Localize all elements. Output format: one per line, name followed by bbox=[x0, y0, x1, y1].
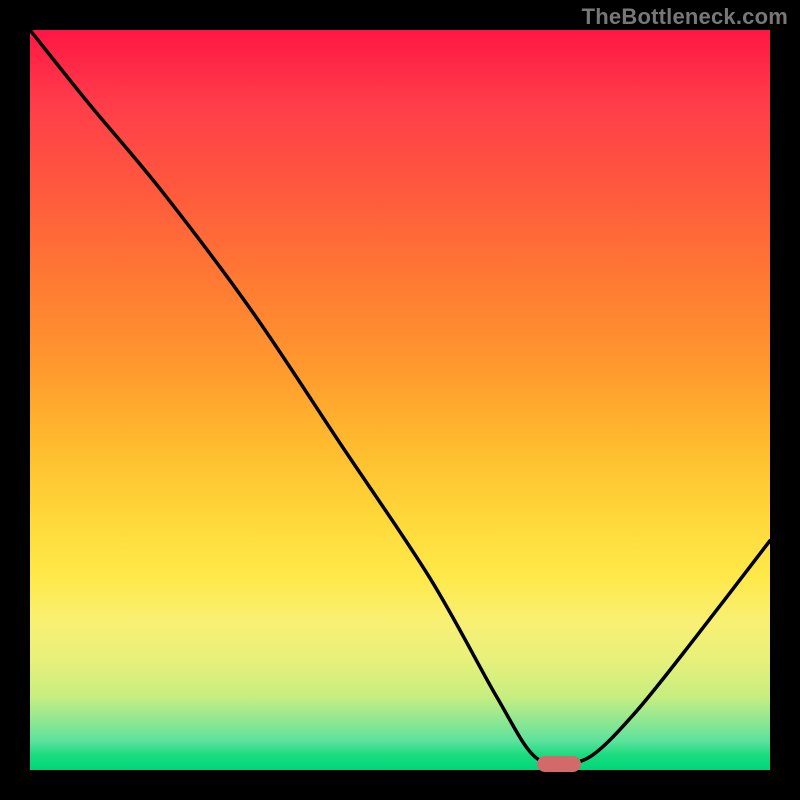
watermark-text: TheBottleneck.com bbox=[582, 4, 788, 30]
chart-frame: TheBottleneck.com bbox=[0, 0, 800, 800]
optimal-marker bbox=[537, 756, 581, 772]
plot-area bbox=[30, 30, 770, 770]
bottleneck-curve bbox=[30, 30, 770, 770]
